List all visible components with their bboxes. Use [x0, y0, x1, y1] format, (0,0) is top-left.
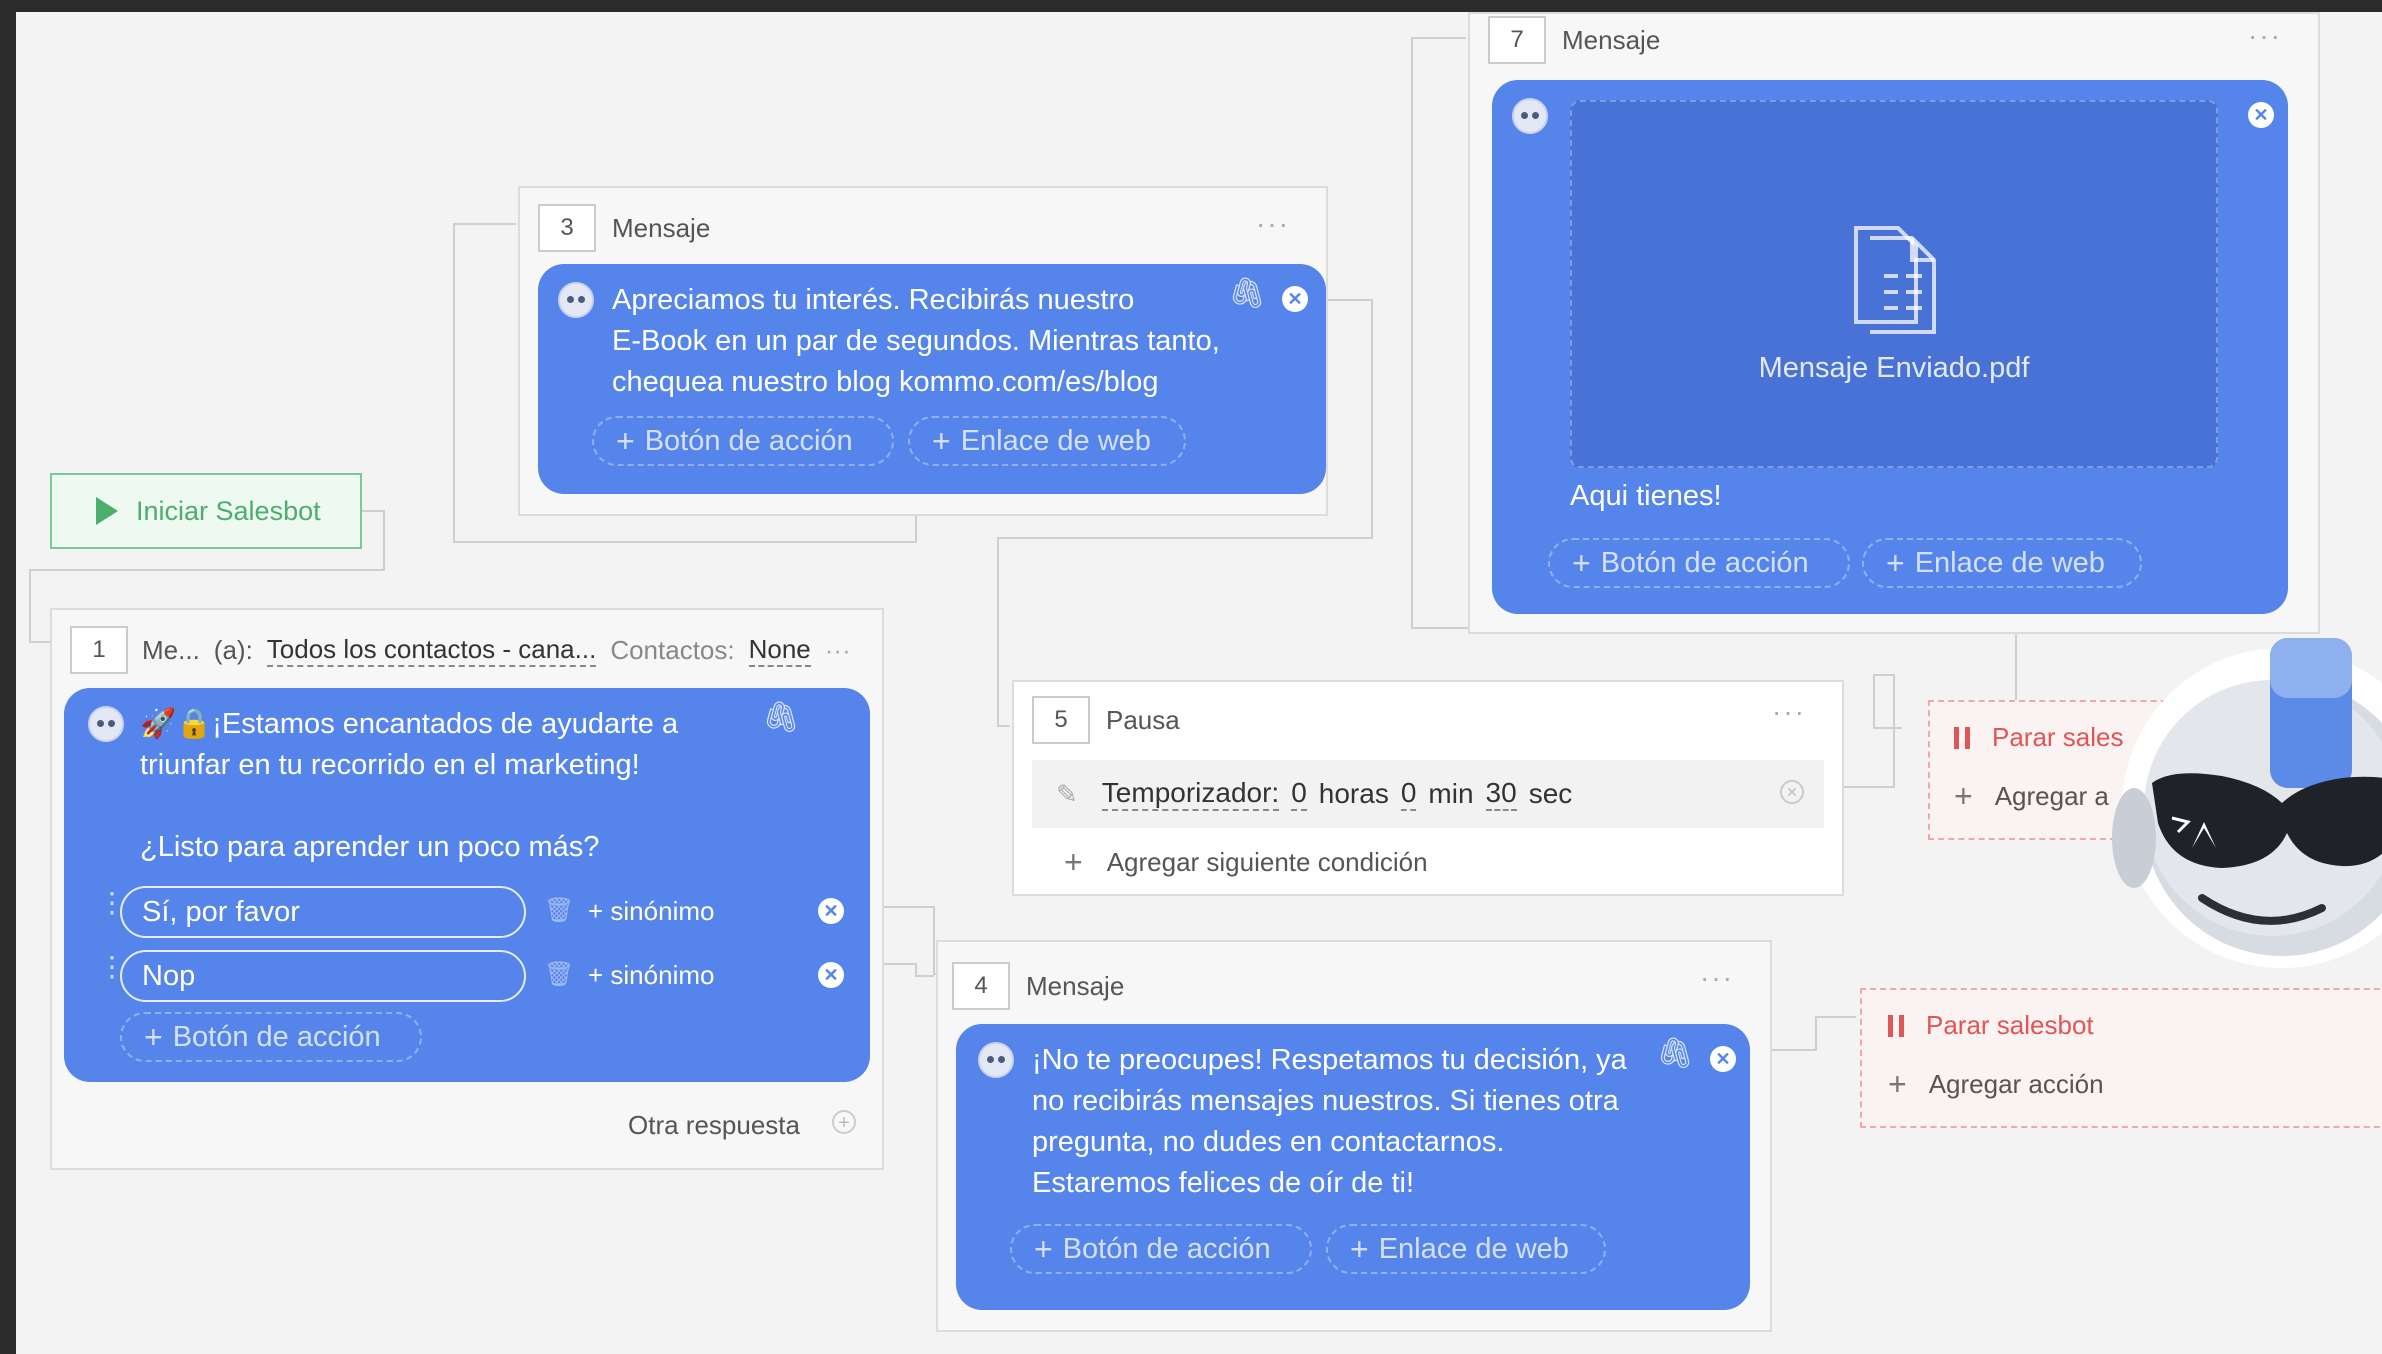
more-options-icon[interactable]: ···: [1772, 696, 1806, 728]
file-name: Mensaje Enviado.pdf: [1758, 352, 2030, 384]
trash-icon[interactable]: 🗑: [544, 896, 574, 925]
step-1-message-node[interactable]: 1 Me... (a): Todos los contactos - cana.…: [50, 608, 884, 1170]
plus-icon: +: [1034, 1231, 1053, 1267]
start-salesbot-button[interactable]: Iniciar Salesbot: [50, 473, 362, 549]
step-number: 3: [538, 204, 596, 252]
step-title: Pausa: [1106, 704, 1180, 735]
plus-icon: +: [616, 423, 635, 459]
add-action-row[interactable]: + Agregar a: [1954, 778, 2109, 815]
recipient-label: (a):: [213, 634, 253, 665]
message-text[interactable]: Apreciamos tu interés. Recibirás nuestro…: [612, 280, 1220, 403]
hours-unit: horas: [1318, 778, 1389, 809]
add-circle-icon[interactable]: +: [832, 1110, 856, 1134]
more-options-icon[interactable]: ···: [1700, 962, 1734, 994]
pencil-icon: ✎: [1056, 778, 1078, 809]
hours-value[interactable]: 0: [1291, 777, 1307, 811]
trash-icon[interactable]: 🗑: [544, 960, 574, 989]
contacts-label: Contactos:: [610, 634, 735, 665]
attach-icon[interactable]: 🖇: [1228, 276, 1266, 311]
robot-mascot-icon: [2112, 608, 2382, 1008]
bot-avatar-icon: [88, 706, 124, 742]
step-number: 1: [70, 626, 128, 674]
caption-text[interactable]: Aqui tienes!: [1570, 476, 1722, 517]
add-condition-row[interactable]: + Agregar siguiente condición: [1064, 844, 1428, 881]
stop-salesbot-node[interactable]: Parar salesbot + Agregar acción: [1860, 988, 2382, 1128]
step-title: Me...: [142, 634, 200, 665]
close-icon[interactable]: ✕: [1710, 1046, 1736, 1072]
bot-avatar-icon: [558, 282, 594, 318]
step-3-message-node[interactable]: 3 Mensaje ··· Apreciamos tu interés. Rec…: [518, 186, 1328, 516]
add-action-button[interactable]: + Botón de acción: [592, 416, 894, 466]
attach-icon[interactable]: 🖇: [762, 700, 800, 735]
step-number: 7: [1488, 16, 1546, 64]
document-icon: [1854, 226, 1936, 334]
pause-icon: [1888, 1014, 1904, 1037]
step-title: Mensaje: [1026, 970, 1125, 1001]
stop-salesbot-row[interactable]: Parar salesbot: [1888, 1010, 2094, 1041]
minutes-unit: min: [1428, 778, 1474, 809]
step-title: Mensaje: [612, 212, 711, 243]
plus-icon: +: [1064, 844, 1083, 880]
add-web-link-button[interactable]: + Enlace de web: [908, 416, 1186, 466]
seconds-value[interactable]: 30: [1485, 777, 1517, 811]
add-synonym-link[interactable]: + sinónimo: [588, 896, 714, 927]
plus-icon: +: [1954, 778, 1973, 814]
answer-option[interactable]: Nop: [120, 950, 526, 1002]
bot-avatar-icon: [1512, 98, 1548, 134]
add-web-link-button[interactable]: + Enlace de web: [1862, 538, 2142, 588]
answer-option[interactable]: Sí, por favor: [120, 886, 526, 938]
other-response-label[interactable]: Otra respuesta: [628, 1110, 800, 1141]
close-icon[interactable]: ✕: [818, 962, 844, 988]
pause-icon: [1954, 726, 1970, 749]
close-icon[interactable]: ✕: [818, 898, 844, 924]
timer-label[interactable]: Temporizador:: [1101, 777, 1280, 811]
contacts-select[interactable]: None: [748, 634, 811, 667]
plus-icon: +: [1350, 1231, 1369, 1267]
more-options-icon[interactable]: ···: [2248, 20, 2282, 52]
more-options-icon[interactable]: ···: [1256, 208, 1290, 240]
attach-icon[interactable]: 🖇: [1656, 1036, 1694, 1071]
close-icon[interactable]: ✕: [2248, 102, 2274, 128]
message-bubble[interactable]: 🚀🔒¡Estamos encantados de ayudarte a triu…: [64, 688, 870, 1082]
step-number: 4: [952, 962, 1010, 1010]
step-5-pause-node[interactable]: 5 Pausa ··· ✎ Temporizador: 0 horas 0 mi…: [1012, 680, 1844, 896]
step-4-message-node[interactable]: 4 Mensaje ··· ¡No te preocupes! Respetam…: [936, 940, 1772, 1332]
play-icon: [96, 497, 118, 525]
more-options-icon[interactable]: ···: [825, 635, 851, 666]
message-bubble[interactable]: Apreciamos tu interés. Recibirás nuestro…: [538, 264, 1326, 494]
salesbot-canvas[interactable]: Iniciar Salesbot 3 Mensaje ··· Apreciamo…: [16, 12, 2382, 1354]
message-text[interactable]: 🚀🔒¡Estamos encantados de ayudarte a triu…: [140, 704, 678, 868]
step-title: Mensaje: [1562, 24, 1661, 55]
start-label: Iniciar Salesbot: [136, 495, 321, 526]
recipient-select[interactable]: Todos los contactos - cana...: [266, 634, 597, 667]
seconds-unit: sec: [1528, 778, 1573, 809]
plus-icon: +: [932, 423, 951, 459]
add-web-link-button[interactable]: + Enlace de web: [1326, 1224, 1606, 1274]
file-attachment-preview[interactable]: Mensaje Enviado.pdf: [1570, 100, 2218, 468]
plus-icon: +: [144, 1019, 163, 1055]
close-icon[interactable]: ✕: [1780, 780, 1804, 804]
plus-icon: +: [1886, 545, 1905, 581]
message-bubble[interactable]: ¡No te preocupes! Respetamos tu decisión…: [956, 1024, 1750, 1310]
add-synonym-link[interactable]: + sinónimo: [588, 960, 714, 991]
minutes-value[interactable]: 0: [1400, 777, 1417, 811]
add-action-row[interactable]: + Agregar acción: [1888, 1066, 2104, 1103]
stop-salesbot-row[interactable]: Parar sales: [1954, 722, 2124, 753]
add-action-button[interactable]: + Botón de acción: [1548, 538, 1850, 588]
add-action-button[interactable]: + Botón de acción: [1010, 1224, 1312, 1274]
step-7-message-node[interactable]: 7 Mensaje ··· Mensaje Enviado.pdf ✕ Aqui…: [1468, 12, 2320, 634]
add-action-button[interactable]: + Botón de acción: [120, 1012, 422, 1062]
message-bubble[interactable]: Mensaje Enviado.pdf ✕ Aqui tienes! + Bot…: [1492, 80, 2288, 614]
timer-row[interactable]: ✎ Temporizador: 0 horas 0 min 30 sec ✕: [1032, 760, 1824, 828]
step-number: 5: [1032, 696, 1090, 744]
bot-avatar-icon: [978, 1042, 1014, 1078]
message-text[interactable]: ¡No te preocupes! Respetamos tu decisión…: [1032, 1040, 1627, 1204]
close-icon[interactable]: ✕: [1282, 286, 1308, 312]
plus-icon: +: [1572, 545, 1591, 581]
plus-icon: +: [1888, 1066, 1907, 1102]
